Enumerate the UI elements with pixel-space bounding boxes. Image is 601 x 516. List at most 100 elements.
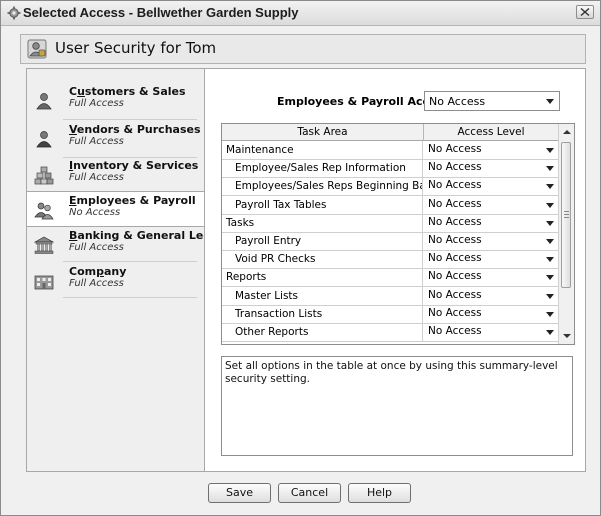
customers-icon (36, 93, 52, 110)
table-row: Employees/Sales Reps Beginning Balances N… (222, 177, 558, 197)
chevron-down-icon (546, 239, 554, 244)
sidebar-item-vendors-purchases[interactable]: Vendors & Purchases Full Access (27, 121, 205, 155)
access-level-dropdown[interactable]: No Access (424, 196, 558, 214)
chevron-down-icon (546, 257, 554, 263)
task-area-cell: Payroll Tax Tables (222, 195, 423, 214)
task-area-cell: Tasks (222, 213, 423, 232)
sidebar-item-access: Full Access (69, 172, 124, 183)
task-area-cell: Employee/Sales Rep Information (222, 159, 423, 178)
table-row: Reports No Access (222, 268, 558, 288)
task-area-cell: Other Reports (222, 323, 423, 341)
chevron-down-icon (546, 184, 554, 190)
access-level-dropdown[interactable]: No Access (424, 177, 558, 195)
task-area-cell: Reports (222, 268, 423, 287)
divider (63, 119, 197, 120)
chevron-down-icon (546, 99, 554, 104)
divider (63, 297, 197, 298)
scroll-up-icon[interactable] (563, 130, 571, 134)
table-header: Task Area Access Level (222, 124, 558, 141)
access-level-dropdown[interactable]: No Access (424, 141, 558, 159)
title-bar: Selected Access - Bellwether Garden Supp… (1, 1, 600, 26)
chevron-down-icon (546, 311, 554, 317)
scroll-down-icon[interactable] (563, 334, 571, 338)
sidebar-item-label: Employees & Payroll (69, 194, 196, 207)
help-button[interactable]: Help (348, 483, 411, 503)
access-level-dropdown[interactable]: No Access (424, 232, 558, 250)
sidebar-item-access: Full Access (69, 242, 124, 253)
table-row: Other Reports No Access (222, 323, 558, 342)
chevron-down-icon (546, 220, 554, 226)
grip-line (564, 211, 569, 212)
sidebar-item-label: Company (69, 265, 127, 278)
grip-line (564, 214, 569, 215)
close-button[interactable] (576, 5, 594, 19)
table-row: Maintenance No Access (222, 141, 558, 160)
table-row: Employee/Sales Rep Information No Access (222, 159, 558, 179)
sidebar-item-inventory-services[interactable]: Inventory & Services Full Access (27, 157, 205, 191)
inventory-icon (34, 166, 54, 185)
employees-icon (34, 202, 54, 220)
chevron-down-icon (546, 330, 554, 335)
sidebar-item-label: Vendors & Purchases (69, 123, 201, 136)
sidebar-item-employees-payroll[interactable]: Employees & Payroll No Access (27, 191, 207, 227)
security-category-list: Customers & Sales Full Access Vendors & … (26, 68, 232, 472)
sidebar-item-access: Full Access (69, 98, 124, 109)
window-title: Selected Access - Bellwether Garden Supp… (23, 5, 299, 20)
save-button[interactable]: Save (208, 483, 271, 503)
access-level-dropdown[interactable]: No Access (424, 305, 558, 323)
company-icon (34, 275, 54, 290)
table-row: Tasks No Access (222, 213, 558, 233)
vendors-icon (36, 131, 52, 148)
task-area-cell: Payroll Entry (222, 232, 423, 250)
user-security-header: User Security for Tom (20, 34, 586, 64)
access-level-value: No Access (428, 252, 482, 265)
description-box: Set all options in the table at once by … (221, 356, 573, 456)
task-area-cell: Maintenance (222, 141, 423, 159)
task-access-table: Task Area Access Level Maintenance No Acc… (221, 123, 575, 345)
sidebar-item-access: Full Access (69, 136, 124, 147)
sidebar-item-label: Customers & Sales (69, 85, 186, 98)
table-row: Transaction Lists No Access (222, 304, 558, 324)
access-level-value: No Access (428, 197, 482, 210)
access-level-value: No Access (428, 325, 482, 337)
task-area-cell: Void PR Checks (222, 250, 423, 269)
access-level-value: No Access (428, 234, 482, 246)
user-security-icon (27, 39, 47, 59)
chevron-down-icon (546, 166, 554, 172)
close-icon (580, 8, 590, 16)
access-level-dropdown[interactable]: No Access (424, 323, 558, 341)
task-area-cell: Transaction Lists (222, 304, 423, 323)
app-gear-icon (7, 6, 21, 20)
column-header-access-level: Access Level (457, 126, 525, 138)
table-row: Payroll Tax Tables No Access (222, 195, 558, 215)
summary-access-dropdown[interactable]: No Access (424, 91, 560, 111)
selected-access-window: Selected Access - Bellwether Garden Supp… (0, 0, 601, 516)
description-text: Set all options in the table at once by … (225, 360, 558, 385)
access-level-value: No Access (428, 143, 482, 155)
scrollbar-thumb[interactable] (561, 142, 571, 288)
table-row: Master Lists No Access (222, 286, 558, 306)
grip-line (564, 217, 569, 218)
chevron-down-icon (546, 148, 554, 153)
access-level-dropdown[interactable]: No Access (424, 268, 558, 286)
divider (63, 261, 197, 262)
access-detail-panel: Employees & Payroll Access: No Access Ta… (204, 68, 586, 472)
access-level-dropdown[interactable]: No Access (424, 250, 558, 268)
access-level-value: No Access (428, 306, 482, 319)
sidebar-item-customers-sales[interactable]: Customers & Sales Full Access (27, 83, 205, 117)
cancel-button[interactable]: Cancel (278, 483, 341, 503)
sidebar-item-banking-general-ledger[interactable]: Banking & General Ledger Full Access (27, 227, 232, 261)
table-row: Payroll Entry No Access (222, 232, 558, 251)
summary-access-value: No Access (429, 95, 486, 108)
sidebar-item-access: No Access (69, 207, 121, 218)
table-scrollbar[interactable] (558, 124, 574, 344)
access-level-dropdown[interactable]: No Access (424, 159, 558, 177)
access-level-value: No Access (428, 288, 482, 301)
access-level-value: No Access (428, 215, 482, 228)
access-level-dropdown[interactable]: No Access (424, 214, 558, 232)
task-area-cell: Employees/Sales Reps Beginning Balances (222, 177, 423, 196)
table-row: Void PR Checks No Access (222, 250, 558, 270)
sidebar-item-company[interactable]: Company Full Access (27, 263, 205, 297)
access-level-dropdown[interactable]: No Access (424, 287, 558, 305)
access-level-value: No Access (428, 270, 482, 283)
